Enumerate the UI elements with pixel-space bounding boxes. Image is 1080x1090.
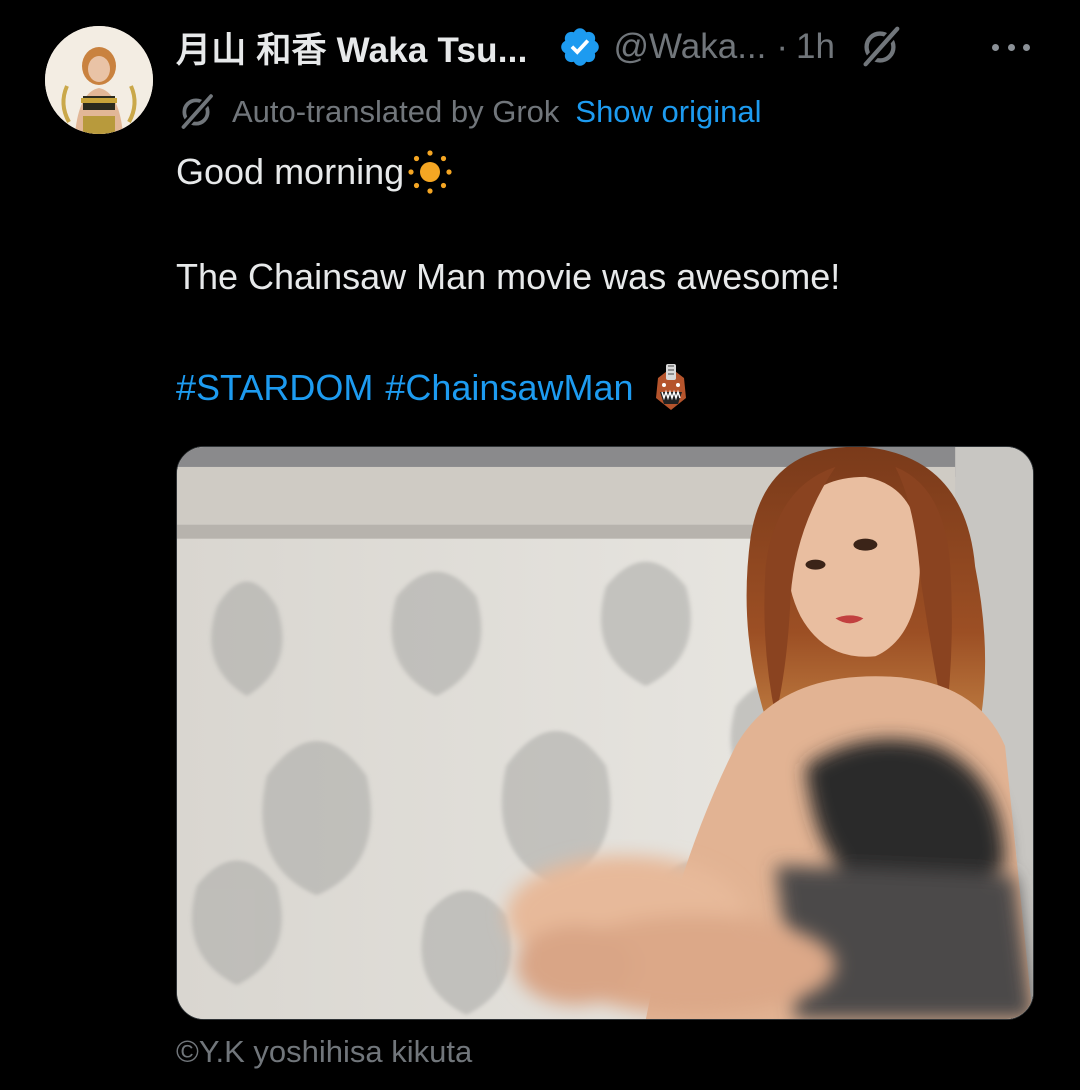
photo-illustration [177,447,1033,1019]
translation-label: Auto-translated by Grok [232,94,560,129]
display-name[interactable]: 月山 和香 Waka Tsu... [176,22,528,73]
more-options-icon[interactable] [988,30,1034,64]
image-credit: ©Y.K yoshihisa kikuta [176,1034,473,1069]
author-handle[interactable]: @Waka... [614,27,767,67]
hashtag-link[interactable]: #STARDOM [176,367,373,409]
verified-badge-icon[interactable] [558,25,602,69]
post-greeting: Good morning [176,151,405,192]
post-image[interactable] [176,446,1034,1020]
avatar[interactable] [45,26,153,134]
timestamp[interactable]: 1h [796,27,835,67]
chainsaw-man-emoji [648,364,694,412]
tweet[interactable]: 月山 和香 Waka Tsu... @Waka... · 1h Auto-tra… [0,0,1080,1090]
tweet-header: 月山 和香 Waka Tsu... @Waka... · 1h [176,22,903,72]
grok-translate-icon [176,92,216,132]
translation-notice: Auto-translated by Grok Show original [176,92,762,132]
post-text-line: The Chainsaw Man movie was awesome! [176,256,841,297]
avatar-image [45,26,153,134]
sun-emoji [406,148,454,196]
more-dot [992,43,999,51]
hashtag-row: #STARDOM #ChainsawMan [176,364,694,412]
grok-icon[interactable] [857,24,903,70]
more-dot [1023,43,1030,51]
post-text-line: Good morning [176,148,454,196]
more-dot [1007,43,1015,51]
show-original-link[interactable]: Show original [575,94,761,130]
separator-dot: · [776,27,789,66]
hashtag-link[interactable]: #ChainsawMan [385,367,633,409]
